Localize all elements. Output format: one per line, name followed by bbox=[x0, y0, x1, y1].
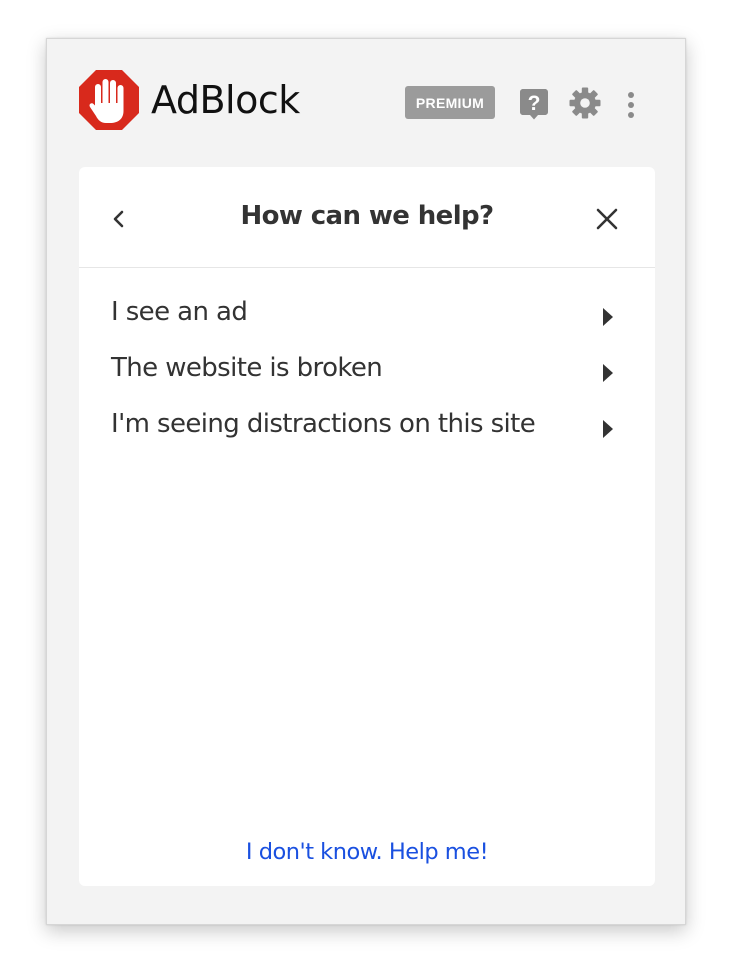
brand-name: AdBlock bbox=[151, 78, 300, 122]
brand-logo: AdBlock bbox=[78, 69, 300, 131]
stop-hand-icon bbox=[79, 70, 139, 130]
more-vertical-icon[interactable] bbox=[625, 91, 637, 119]
option-see-ad[interactable]: I see an ad bbox=[79, 294, 655, 350]
svg-text:?: ? bbox=[528, 92, 541, 115]
help-icon[interactable]: ? bbox=[520, 88, 548, 120]
premium-button[interactable]: PREMIUM bbox=[405, 86, 495, 119]
help-panel-header: How can we help? bbox=[79, 167, 655, 268]
caret-right-icon bbox=[603, 308, 613, 326]
help-options-list: I see an ad The website is broken I'm se… bbox=[79, 294, 655, 462]
adblock-popup: AdBlock PREMIUM ? How can we help? I see… bbox=[46, 38, 686, 925]
option-label: I'm seeing distractions on this site bbox=[111, 409, 536, 439]
option-label: I see an ad bbox=[111, 297, 248, 327]
gear-icon[interactable] bbox=[569, 87, 601, 119]
popup-header: AdBlock PREMIUM ? bbox=[47, 39, 685, 167]
option-distractions[interactable]: I'm seeing distractions on this site bbox=[79, 406, 655, 462]
help-panel: How can we help? I see an ad The website… bbox=[79, 167, 655, 886]
close-icon[interactable] bbox=[594, 206, 620, 232]
help-me-link[interactable]: I don't know. Help me! bbox=[79, 839, 655, 865]
option-label: The website is broken bbox=[111, 353, 383, 383]
panel-title: How can we help? bbox=[240, 201, 494, 231]
caret-right-icon bbox=[603, 420, 613, 438]
caret-right-icon bbox=[603, 364, 613, 382]
option-website-broken[interactable]: The website is broken bbox=[79, 350, 655, 406]
